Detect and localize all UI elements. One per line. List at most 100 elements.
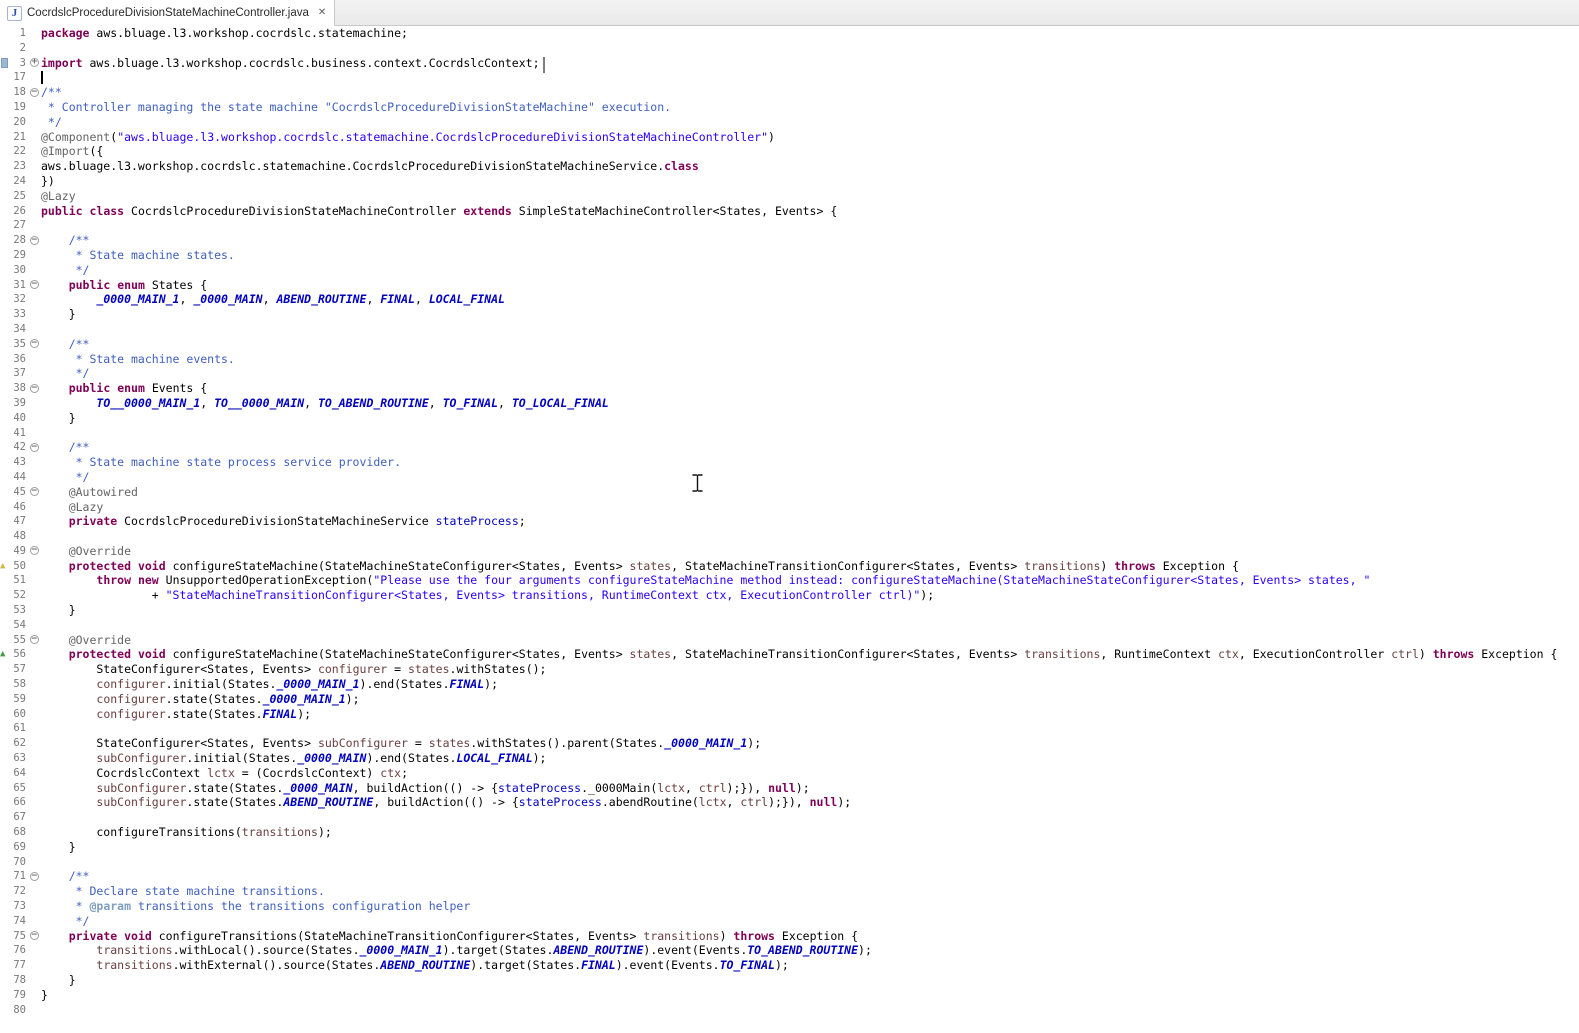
line-number[interactable]: 17	[9, 70, 29, 85]
code-line[interactable]: transitions.withLocal().source(States._0…	[41, 943, 1579, 958]
code-line[interactable]: * State machine state process service pr…	[41, 455, 1579, 470]
code-line[interactable]: * @param transitions the transitions con…	[41, 899, 1579, 914]
code-line[interactable]	[41, 41, 1579, 56]
line-number[interactable]: 42	[9, 440, 29, 455]
line-number[interactable]: 52	[9, 588, 29, 603]
code-line[interactable]: */	[41, 263, 1579, 278]
code-line[interactable]	[41, 70, 1579, 85]
collapsed-marker-icon[interactable]	[1, 58, 8, 68]
line-number[interactable]: 22	[9, 144, 29, 159]
code-line[interactable]: transitions.withExternal().source(States…	[41, 958, 1579, 973]
line-number[interactable]: 65	[9, 781, 29, 796]
line-number[interactable]: 24	[9, 174, 29, 189]
code-line[interactable]	[41, 218, 1579, 233]
line-number[interactable]: 72	[9, 884, 29, 899]
code-line[interactable]: }	[41, 603, 1579, 618]
line-number[interactable]: 47	[9, 514, 29, 529]
line-number[interactable]: 23	[9, 159, 29, 174]
line-number[interactable]: 35	[9, 337, 29, 352]
code-line[interactable]: import aws.bluage.l3.workshop.cocrdslc.b…	[41, 56, 1579, 71]
line-number[interactable]: 50	[9, 559, 29, 574]
line-number[interactable]: 40	[9, 411, 29, 426]
line-number[interactable]: 55	[9, 633, 29, 648]
code-line[interactable]: public enum Events {	[41, 381, 1579, 396]
line-number[interactable]: 44	[9, 470, 29, 485]
code-line[interactable]: private CocrdslcProcedureDivisionStateMa…	[41, 514, 1579, 529]
line-number[interactable]: 53	[9, 603, 29, 618]
line-number[interactable]: 61	[9, 721, 29, 736]
line-number[interactable]: 45	[9, 485, 29, 500]
line-number[interactable]: 69	[9, 840, 29, 855]
line-number[interactable]: 75	[9, 929, 29, 944]
line-number[interactable]: 39	[9, 396, 29, 411]
code-line[interactable]: CocrdslcContext lctx = (CocrdslcContext)…	[41, 766, 1579, 781]
code-line[interactable]: configurer.initial(States._0000_MAIN_1).…	[41, 677, 1579, 692]
code-line[interactable]: })	[41, 174, 1579, 189]
line-number[interactable]: 20	[9, 115, 29, 130]
line-number[interactable]: 49	[9, 544, 29, 559]
code-line[interactable]: configurer.state(States._0000_MAIN_1);	[41, 692, 1579, 707]
line-number[interactable]: 80	[9, 1003, 29, 1018]
line-number[interactable]: 38	[9, 381, 29, 396]
warning-marker-icon[interactable]: ▲	[0, 561, 5, 571]
code-line[interactable]: */	[41, 366, 1579, 381]
line-number[interactable]: 76	[9, 943, 29, 958]
line-number[interactable]: 31	[9, 278, 29, 293]
code-line[interactable]: /**	[41, 337, 1579, 352]
code-line[interactable]: /**	[41, 85, 1579, 100]
code-line[interactable]	[41, 618, 1579, 633]
line-number[interactable]: 33	[9, 307, 29, 322]
line-number[interactable]: 74	[9, 914, 29, 929]
line-number[interactable]: 71	[9, 869, 29, 884]
line-number[interactable]: 41	[9, 426, 29, 441]
code-line[interactable]: * Controller managing the state machine …	[41, 100, 1579, 115]
code-line[interactable]: subConfigurer.initial(States._0000_MAIN)…	[41, 751, 1579, 766]
code-line[interactable]: protected void configureStateMachine(Sta…	[41, 559, 1579, 574]
code-line[interactable]: @Lazy	[41, 189, 1579, 204]
code-line[interactable]: @Component("aws.bluage.l3.workshop.cocrd…	[41, 130, 1579, 145]
override-marker-icon[interactable]: ▲	[0, 649, 5, 659]
code-line[interactable]	[41, 810, 1579, 825]
code-line[interactable]: configurer.state(States.FINAL);	[41, 707, 1579, 722]
line-number[interactable]: 60	[9, 707, 29, 722]
code-line[interactable]	[41, 1003, 1579, 1018]
file-tab[interactable]: J CocrdslcProcedureDivisionStateMachineC…	[0, 0, 335, 26]
code-line[interactable]: @Override	[41, 544, 1579, 559]
line-number[interactable]: 2	[9, 41, 29, 56]
line-number[interactable]: 19	[9, 100, 29, 115]
fold-collapse-icon[interactable]: −	[30, 635, 39, 644]
line-number[interactable]: 18	[9, 85, 29, 100]
code-line[interactable]	[41, 322, 1579, 337]
fold-collapse-icon[interactable]: −	[30, 872, 39, 881]
code-line[interactable]: * State machine states.	[41, 248, 1579, 263]
code-line[interactable]: /**	[41, 440, 1579, 455]
line-number[interactable]: 77	[9, 958, 29, 973]
code-line[interactable]: public enum States {	[41, 278, 1579, 293]
line-number[interactable]: 58	[9, 677, 29, 692]
code-line[interactable]: * Declare state machine transitions.	[41, 884, 1579, 899]
line-number[interactable]: 28	[9, 233, 29, 248]
line-number[interactable]: 1	[9, 26, 29, 41]
code-line[interactable]: TO__0000_MAIN_1, TO__0000_MAIN, TO_ABEND…	[41, 396, 1579, 411]
line-number[interactable]: 48	[9, 529, 29, 544]
code-line[interactable]	[41, 529, 1579, 544]
fold-collapse-icon[interactable]: −	[30, 88, 39, 97]
line-number[interactable]: 66	[9, 795, 29, 810]
code-line[interactable]: public class CocrdslcProcedureDivisionSt…	[41, 204, 1579, 219]
code-line[interactable]: package aws.bluage.l3.workshop.cocrdslc.…	[41, 26, 1579, 41]
fold-collapse-icon[interactable]: −	[30, 546, 39, 555]
line-number[interactable]: 56	[9, 647, 29, 662]
code-line[interactable]: }	[41, 988, 1579, 1003]
code-line[interactable]: */	[41, 470, 1579, 485]
code-line[interactable]: StateConfigurer<States, Events> configur…	[41, 662, 1579, 677]
line-number[interactable]: 64	[9, 766, 29, 781]
line-number[interactable]: 43	[9, 455, 29, 470]
code-line[interactable]	[41, 855, 1579, 870]
code-line[interactable]: private void configureTransitions(StateM…	[41, 929, 1579, 944]
line-number[interactable]: 26	[9, 204, 29, 219]
code-line[interactable]: /**	[41, 869, 1579, 884]
code-line[interactable]	[41, 426, 1579, 441]
code-line[interactable]: _0000_MAIN_1, _0000_MAIN, ABEND_ROUTINE,…	[41, 292, 1579, 307]
code-line[interactable]: }	[41, 973, 1579, 988]
fold-collapse-icon[interactable]: −	[30, 487, 39, 496]
